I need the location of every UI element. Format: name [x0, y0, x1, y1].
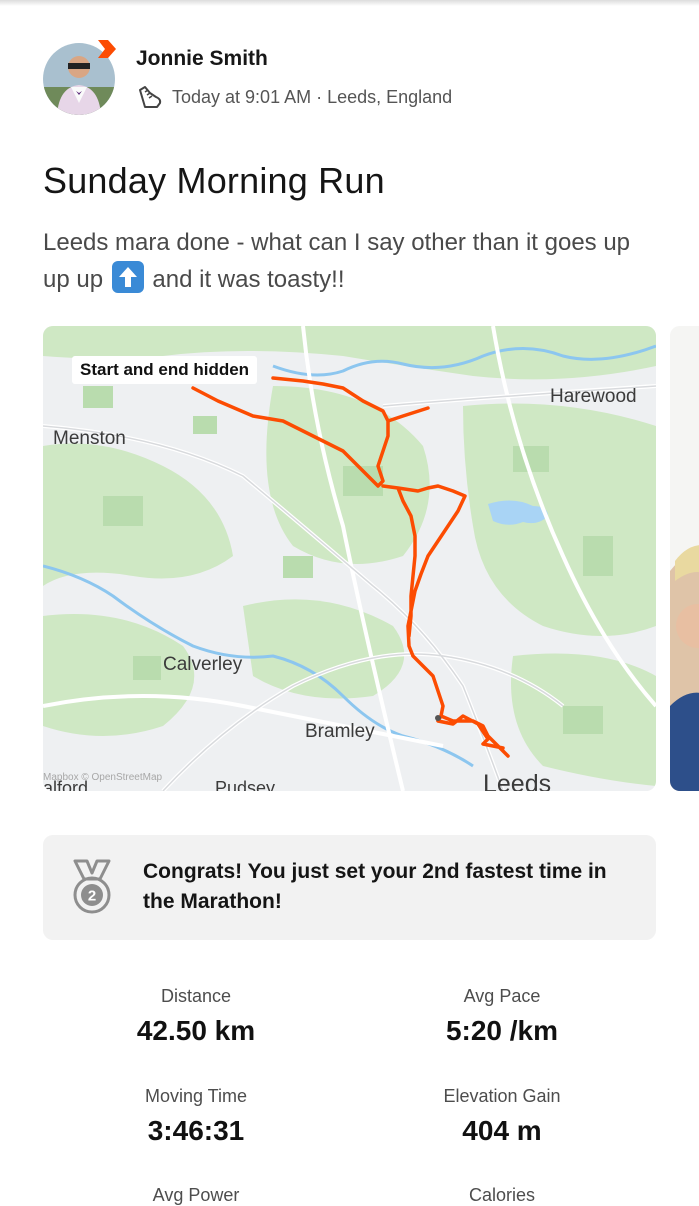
stat-value: 3:46:31: [147, 1115, 245, 1146]
achievement-text: Congrats! You just set your 2nd fastest …: [143, 860, 607, 913]
stat-value: 404 m: [462, 1115, 542, 1146]
svg-text:2: 2: [88, 888, 96, 905]
activity-date-location: Today at 9:01 AM · Leeds, England: [172, 86, 453, 107]
stat-value: 42.50 km: [136, 1015, 256, 1046]
stat-elevation-gain: Elevation Gain 404 m: [352, 1086, 652, 1147]
activity-meta: Today at 9:01 AM · Leeds, England: [136, 84, 452, 110]
stat-label: Distance: [160, 986, 232, 1006]
running-shoe-icon: [139, 86, 162, 108]
place-label-pudsey: Pudsey: [215, 778, 276, 791]
place-label-menston: Menston: [53, 428, 126, 449]
activity-description: Leeds mara done - what can I say other t…: [43, 225, 643, 298]
stat-label: Moving Time: [144, 1086, 248, 1106]
route-map[interactable]: Start and end hidden Menston Harewood Ca…: [43, 326, 656, 791]
stat-value: 5:20 /km: [445, 1015, 559, 1046]
stat-moving-time: Moving Time 3:46:31: [46, 1086, 346, 1147]
top-bar-shadow: [0, 0, 699, 6]
place-label-bramley: Bramley: [305, 721, 375, 742]
up-arrow-emoji-icon: [111, 261, 144, 293]
stat-distance: Distance 42.50 km: [46, 986, 346, 1047]
next-media-photo[interactable]: [670, 326, 699, 791]
stat-avg-pace: Avg Pace 5:20 /km: [352, 986, 652, 1047]
map-attribution: Mapbox © OpenStreetMap: [43, 772, 163, 783]
stat-avg-power: Avg Power: [46, 1185, 346, 1206]
stat-label: Avg Pace: [463, 986, 541, 1006]
stat-label: Calories: [468, 1185, 536, 1205]
achievement-banner[interactable]: 2 Congrats! You just set your 2nd fastes…: [43, 835, 656, 940]
place-label-calverley: Calverley: [163, 654, 243, 675]
description-text-2: and it was toasty!!: [152, 266, 345, 293]
subscriber-badge-icon: [98, 40, 116, 58]
place-label-harewood: Harewood: [550, 386, 637, 407]
stat-calories: Calories: [352, 1185, 652, 1206]
stat-label: Elevation Gain: [443, 1086, 561, 1106]
place-label-leeds: Leeds: [483, 770, 552, 791]
athlete-name[interactable]: Jonnie Smith: [136, 47, 268, 71]
activity-title[interactable]: Sunday Morning Run: [43, 160, 385, 202]
stat-label: Avg Power: [152, 1185, 240, 1205]
silver-medal-icon: 2: [73, 859, 111, 914]
privacy-label: Start and end hidden: [72, 356, 258, 384]
